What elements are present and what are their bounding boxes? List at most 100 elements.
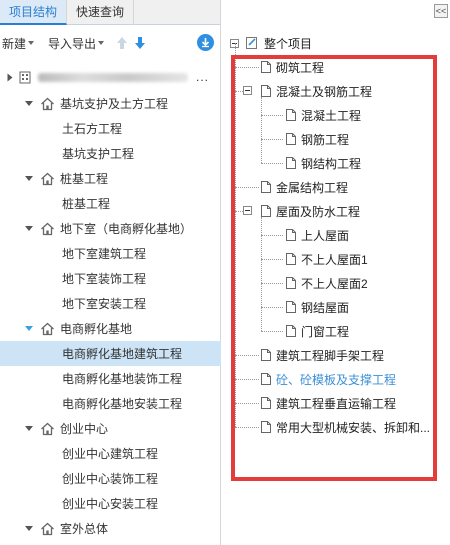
document-icon xyxy=(261,181,271,193)
new-button[interactable]: 新建 xyxy=(2,35,35,52)
project-tree: ... 基坑支护及土方工程 土石方工程 基坑支护工程 桩基工程 桩基工程 地下室（电商孵化… xyxy=(0,63,221,541)
tree-item-row[interactable]: 创业中心装饰工程 xyxy=(0,466,221,491)
tree-connector-line xyxy=(235,211,243,212)
tree-item-label: 地下室建筑工程 xyxy=(62,247,147,261)
sub-item-label: 钢筋工程 xyxy=(301,132,350,147)
sub-item-tree: 整个项目 砌筑工程混凝土及钢筋工程 混凝土工程钢筋工程钢结构工程金属结构工程屋面及… xyxy=(221,31,450,439)
tree-connector-line xyxy=(261,139,283,140)
document-icon xyxy=(261,349,271,361)
edit-document-icon xyxy=(246,37,257,49)
sub-item-row[interactable]: 不上人屋面2 xyxy=(221,271,450,295)
tree-item-row[interactable]: 电商孵化基地建筑工程 xyxy=(0,341,221,366)
expand-toggle-icon[interactable] xyxy=(23,176,35,181)
tree-item-label: 桩基工程 xyxy=(62,197,111,211)
tree-children: 基坑支护及土方工程 土石方工程 基坑支护工程 桩基工程 桩基工程 地下室（电商孵化基地）地… xyxy=(0,91,221,541)
house-icon xyxy=(40,172,55,186)
tree-connector-line xyxy=(235,379,259,380)
sub-item-row[interactable]: 混凝土工程 xyxy=(221,103,450,127)
sub-tree-root-row[interactable]: 整个项目 xyxy=(221,31,450,55)
collapse-root-icon[interactable] xyxy=(4,73,16,81)
tree-group-row[interactable]: 桩基工程 xyxy=(0,166,221,191)
tree-item-label: 电商孵化基地安装工程 xyxy=(62,397,183,411)
tree-group-row[interactable]: 地下室（电商孵化基地） xyxy=(0,216,221,241)
tree-item-row[interactable]: 地下室装饰工程 xyxy=(0,266,221,291)
document-icon xyxy=(286,253,296,265)
tree-connector-line xyxy=(261,217,262,331)
expand-toggle-icon[interactable] xyxy=(23,426,35,431)
tree-item-row[interactable]: 桩基工程 xyxy=(0,191,221,216)
expand-toggle-icon[interactable] xyxy=(23,526,35,531)
move-up-button[interactable] xyxy=(116,36,128,50)
tree-item-label: 电商孵化基地装饰工程 xyxy=(62,372,183,386)
sub-item-label: 砼、砼模板及支撑工程 xyxy=(276,372,397,387)
document-icon xyxy=(261,205,271,217)
tree-item-row[interactable]: 土石方工程 xyxy=(0,116,221,141)
sub-group-row[interactable]: 屋面及防水工程 xyxy=(221,199,450,223)
move-down-button[interactable] xyxy=(134,36,146,50)
tree-connector-line xyxy=(261,97,262,163)
document-icon xyxy=(261,397,271,409)
tree-item-row[interactable]: 创业中心安装工程 xyxy=(0,491,221,516)
tree-item-row[interactable]: 电商孵化基地安装工程 xyxy=(0,391,221,416)
sub-item-label: 钢结构工程 xyxy=(301,156,362,171)
sub-item-row[interactable]: 钢筋工程 xyxy=(221,127,450,151)
sub-item-label: 上人屋面 xyxy=(301,228,350,243)
tree-connector-line xyxy=(261,331,283,332)
collapse-toggle-icon[interactable] xyxy=(243,206,252,215)
tree-item-row[interactable]: 地下室建筑工程 xyxy=(0,241,221,266)
sub-item-label: 不上人屋面2 xyxy=(301,276,368,291)
tree-connector-line xyxy=(261,115,283,116)
sub-item-label: 不上人屋面1 xyxy=(301,252,368,267)
document-icon xyxy=(286,277,296,289)
collapse-toggle-icon[interactable] xyxy=(243,86,252,95)
download-button[interactable] xyxy=(197,34,214,51)
tree-group-row[interactable]: 创业中心 xyxy=(0,416,221,441)
expand-toggle-icon[interactable] xyxy=(23,101,35,106)
tree-group-row[interactable]: 室外总体 xyxy=(0,516,221,541)
sub-item-row[interactable]: 门窗工程 xyxy=(221,319,450,343)
collapse-panel-button[interactable]: << xyxy=(434,4,448,18)
tree-item-row[interactable]: 创业中心建筑工程 xyxy=(0,441,221,466)
tree-item-label: 地下室（电商孵化基地） xyxy=(60,222,193,236)
tree-item-label: 桩基工程 xyxy=(60,172,109,186)
sub-item-row[interactable]: 上人屋面 xyxy=(221,223,450,247)
tree-item-label: 创业中心 xyxy=(60,422,109,436)
house-icon xyxy=(40,422,55,436)
tree-item-row[interactable]: 基坑支护工程 xyxy=(0,141,221,166)
tree-connector-line xyxy=(261,259,283,260)
document-icon xyxy=(286,229,296,241)
sub-item-label: 砌筑工程 xyxy=(276,60,325,75)
tree-item-label: 室外总体 xyxy=(60,522,109,536)
tab-project-structure[interactable]: 项目结构 xyxy=(0,0,68,25)
expand-toggle-icon[interactable] xyxy=(23,326,35,331)
tree-item-label: 基坑支护工程 xyxy=(62,147,135,161)
tree-connector-line xyxy=(261,307,283,308)
tree-item-label: 创业中心安装工程 xyxy=(62,497,159,511)
import-export-dropdown-icon xyxy=(98,41,105,45)
sub-group-row[interactable]: 混凝土及钢筋工程 xyxy=(221,79,450,103)
document-icon xyxy=(261,85,271,97)
tree-connector-line xyxy=(235,355,259,356)
expand-toggle-icon[interactable] xyxy=(23,226,35,231)
sub-item-label: 常用大型机械安装、拆卸和... xyxy=(276,420,431,435)
panel-tabs: 项目结构 快速查询 xyxy=(0,0,220,25)
tree-item-row[interactable]: 地下室安装工程 xyxy=(0,291,221,316)
tree-item-label: 电商孵化基地 xyxy=(60,322,133,336)
tree-connector-line xyxy=(261,283,283,284)
sub-item-row[interactable]: 不上人屋面1 xyxy=(221,247,450,271)
document-icon xyxy=(261,61,271,73)
building-icon xyxy=(19,71,31,84)
tree-group-row[interactable]: 基坑支护及土方工程 xyxy=(0,91,221,116)
sub-tree-root-label: 整个项目 xyxy=(264,36,313,51)
tree-item-row[interactable]: 电商孵化基地装饰工程 xyxy=(0,366,221,391)
import-export-button[interactable]: 导入导出 xyxy=(48,35,105,52)
tab-quick-search[interactable]: 快速查询 xyxy=(67,0,135,25)
sub-item-label: 金属结构工程 xyxy=(276,180,349,195)
sub-item-row[interactable]: 钢结屋面 xyxy=(221,295,450,319)
tree-root-row[interactable]: ... xyxy=(0,63,221,91)
sub-item-row[interactable]: 钢结构工程 xyxy=(221,151,450,175)
new-button-label: 新建 xyxy=(2,36,27,51)
download-icon xyxy=(201,38,210,48)
root-more[interactable]: ... xyxy=(196,70,209,84)
tree-group-row[interactable]: 电商孵化基地 xyxy=(0,316,221,341)
